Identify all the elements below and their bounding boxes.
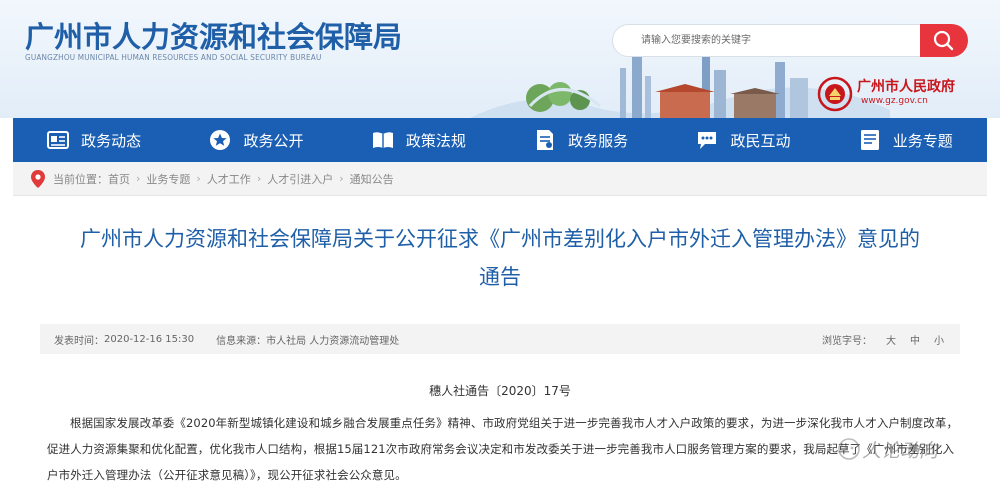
breadcrumb: 当前位置： 首页 › 业务专题 › 人才工作 › 人才引进入户 › 通知公告: [13, 162, 987, 196]
font-size-large-button[interactable]: 大: [886, 332, 896, 347]
breadcrumb-item-notices[interactable]: 通知公告: [350, 171, 394, 187]
font-size-small-button[interactable]: 小: [934, 332, 944, 347]
breadcrumb-item-home[interactable]: 首页: [108, 171, 130, 187]
gov-link-url[interactable]: www.gz.gov.cn: [861, 96, 928, 106]
breadcrumb-item-topics[interactable]: 业务专题: [146, 171, 190, 187]
topic-icon: [859, 129, 881, 151]
breadcrumb-separator: ›: [136, 172, 141, 185]
nav-label: 政务服务: [568, 131, 629, 150]
nav-item-topics[interactable]: 业务专题: [825, 118, 987, 162]
article-title-line2: 通告: [479, 265, 521, 289]
font-size-switcher: 浏览字号： 大 中 小: [822, 324, 944, 354]
site-title: 广州市人力资源和社会保障局: [25, 20, 403, 54]
site-subtitle: GUANGZHOU MUNICIPAL HUMAN RESOURCES AND …: [25, 53, 322, 62]
source-label: 信息来源：: [216, 335, 267, 347]
news-icon: [47, 129, 70, 151]
document-number: 穗人社通告〔2020〕17号: [429, 384, 571, 398]
wechat-watermark-icon: [838, 438, 860, 460]
nav-label: 政民互动: [730, 131, 791, 150]
article-title: 广州市人力资源和社会保障局关于公开征求《广州市差别化入户市外迁入管理办法》意见的…: [13, 220, 987, 296]
source-value: 市人社局 人力资源流动管理处: [266, 335, 400, 347]
nav-label: 政策法规: [405, 131, 466, 150]
star-icon: [209, 129, 231, 151]
article-title-line1: 广州市人力资源和社会保障局关于公开征求《广州市差别化入户市外迁入管理办法》意见的: [80, 227, 920, 251]
breadcrumb-item-talent-settlement[interactable]: 人才引进入户: [267, 171, 333, 187]
chat-icon: [696, 129, 718, 151]
gov-link-name[interactable]: 广州市人民政府: [857, 76, 955, 96]
nav-label: 业务专题: [892, 131, 953, 150]
nav-item-policy[interactable]: 政策法规: [338, 118, 500, 162]
search-input[interactable]: [612, 24, 922, 57]
font-size-medium-button[interactable]: 中: [910, 332, 920, 347]
nav-label: 政务动态: [81, 131, 142, 150]
breadcrumb-separator: ›: [256, 172, 262, 185]
location-pin-icon: [31, 169, 45, 188]
article-meta-bar: 发表时间： 2020-12-16 15:30 信息来源： 市人社局 人力资源流动…: [40, 324, 960, 354]
gov-emblem-icon[interactable]: [817, 76, 853, 112]
watermark-text: 人论动向: [862, 440, 939, 462]
search-button[interactable]: [920, 24, 968, 57]
breadcrumb-item-talent-work[interactable]: 人才工作: [207, 171, 251, 187]
publish-date-label: 发表时间：: [54, 335, 104, 347]
service-icon: [534, 129, 556, 151]
article-paragraph: 根据国家发展改革委《2020年新型城镇化建设和城乡融合发展重点任务》精神、市政府…: [47, 416, 959, 482]
breadcrumb-separator: ›: [196, 172, 201, 185]
publish-date: 2020-12-16 15:30: [104, 333, 195, 345]
nav-item-service[interactable]: 政务服务: [500, 118, 662, 162]
nav-label: 政务公开: [243, 131, 304, 150]
main-nav: 政务动态 政务公开 政策法规 政务服务 政民互动 业务专题: [13, 118, 987, 162]
nav-item-interaction[interactable]: 政民互动: [662, 118, 824, 162]
nav-item-disclosure[interactable]: 政务公开: [175, 118, 337, 162]
site-header: 广州市人力资源和社会保障局 GUANGZHOU MUNICIPAL HUMAN …: [0, 0, 1000, 118]
search-icon: [933, 30, 954, 51]
book-icon: [372, 129, 394, 151]
font-size-label: 浏览字号：: [822, 335, 872, 347]
breadcrumb-separator: ›: [339, 172, 344, 185]
nav-item-news[interactable]: 政务动态: [13, 118, 175, 162]
search-box: [612, 24, 968, 57]
breadcrumb-prefix: 当前位置：: [53, 172, 108, 186]
